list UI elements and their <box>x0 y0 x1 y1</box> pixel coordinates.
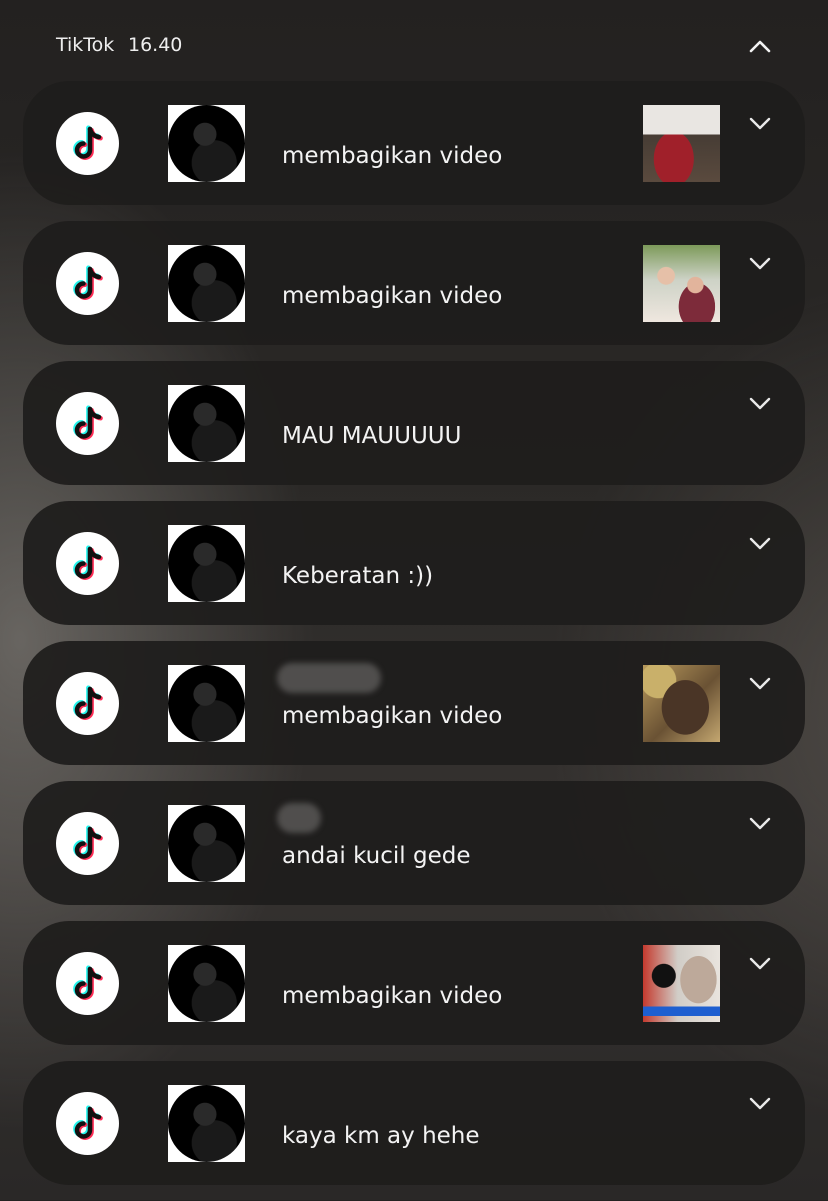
chevron-down-icon <box>749 677 771 689</box>
chevron-down-icon <box>749 537 771 549</box>
expand-notification-button[interactable] <box>747 391 773 415</box>
tiktok-app-icon <box>56 1092 119 1155</box>
tiktok-logo-icon <box>72 685 103 720</box>
tiktok-app-icon <box>56 252 119 315</box>
notification-message: kaya km ay hehe <box>282 1123 480 1149</box>
sender-avatar <box>168 385 245 462</box>
chevron-down-icon <box>749 397 771 409</box>
expand-notification-button[interactable] <box>747 251 773 275</box>
sender-avatar <box>168 105 245 182</box>
notification-message: membagikan video <box>282 983 503 1009</box>
chevron-down-icon <box>749 1097 771 1109</box>
tiktok-logo-icon <box>72 265 103 300</box>
tiktok-logo-icon <box>72 965 103 1000</box>
collapse-group-button[interactable] <box>744 30 776 62</box>
tiktok-logo-icon <box>72 825 103 860</box>
chevron-up-icon <box>749 40 771 53</box>
notification-card[interactable]: membagikan video <box>23 221 805 345</box>
app-name: TikTok <box>56 34 115 56</box>
sender-avatar <box>168 805 245 882</box>
sender-avatar <box>168 525 245 602</box>
video-thumbnail-3[interactable] <box>643 665 720 742</box>
tiktok-logo-icon <box>72 545 103 580</box>
notification-message: membagikan video <box>282 703 503 729</box>
notification-card[interactable]: andai kucil gede <box>23 781 805 905</box>
tiktok-app-icon <box>56 112 119 175</box>
sender-avatar <box>168 245 245 322</box>
tiktok-app-icon <box>56 952 119 1015</box>
sender-avatar <box>168 665 245 742</box>
notification-group-header: TikTok 16.40 <box>0 0 828 82</box>
notification-time: 16.40 <box>128 34 183 56</box>
video-thumbnail-4[interactable] <box>643 945 720 1022</box>
notification-card[interactable]: membagikan video <box>23 81 805 205</box>
expand-notification-button[interactable] <box>747 671 773 695</box>
sender-name-redacted <box>277 663 381 693</box>
chevron-down-icon <box>749 957 771 969</box>
expand-notification-button[interactable] <box>747 811 773 835</box>
tiktok-app-icon <box>56 532 119 595</box>
notification-card[interactable]: membagikan video <box>23 921 805 1045</box>
expand-notification-button[interactable] <box>747 951 773 975</box>
notification-card[interactable]: Keberatan :)) <box>23 501 805 625</box>
video-thumbnail-1[interactable] <box>643 105 720 182</box>
sender-avatar <box>168 1085 245 1162</box>
tiktok-app-icon <box>56 812 119 875</box>
chevron-down-icon <box>749 257 771 269</box>
expand-notification-button[interactable] <box>747 1091 773 1115</box>
sender-avatar <box>168 945 245 1022</box>
tiktok-logo-icon <box>72 125 103 160</box>
notification-message: Keberatan :)) <box>282 563 434 589</box>
notification-card[interactable]: membagikan video <box>23 641 805 765</box>
expand-notification-button[interactable] <box>747 111 773 135</box>
chevron-down-icon <box>749 817 771 829</box>
expand-notification-button[interactable] <box>747 531 773 555</box>
tiktok-logo-icon <box>72 1105 103 1140</box>
notification-message: andai kucil gede <box>282 843 471 869</box>
notification-card[interactable]: kaya km ay hehe <box>23 1061 805 1185</box>
tiktok-logo-icon <box>72 405 103 440</box>
notification-message: membagikan video <box>282 283 503 309</box>
tiktok-app-icon <box>56 672 119 735</box>
notification-card[interactable]: MAU MAUUUUU <box>23 361 805 485</box>
tiktok-app-icon <box>56 392 119 455</box>
notification-message: membagikan video <box>282 143 503 169</box>
video-thumbnail-2[interactable] <box>643 245 720 322</box>
sender-name-redacted <box>277 803 321 833</box>
notification-message: MAU MAUUUUU <box>282 423 462 449</box>
notification-list: membagikan video membagikan video MAU MAUU… <box>23 81 805 1201</box>
chevron-down-icon <box>749 117 771 129</box>
